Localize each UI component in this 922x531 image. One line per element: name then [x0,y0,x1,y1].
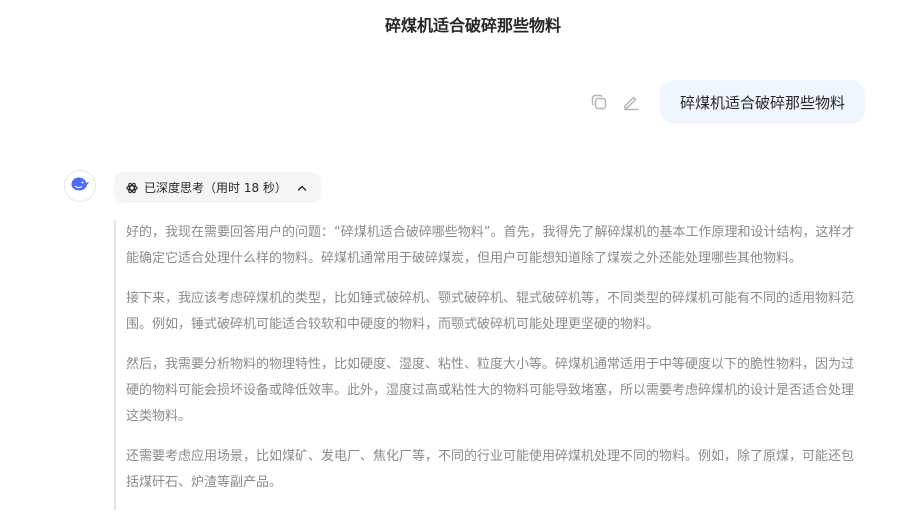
page-title: 碎煤机适合破碎那些物料 [384,16,561,35]
thinking-paragraph: 接下来，我应该考虑碎煤机的类型，比如锤式破碎机、颚式破碎机、辊式破碎机等，不同类… [126,291,855,332]
message-actions [578,91,642,113]
thinking-content: 好的，我现在需要回答用户的问题：“碎煤机适合破碎哪些物料”。首先，我得先了解碎煤… [114,220,859,510]
thinking-paragraph: 然后，我需要分析物料的物理特性，比如硬度、湿度、粘性、粒度大小等。碎煤机通常适用… [126,357,855,424]
thinking-paragraph: 好的，我现在需要回答用户的问题：“碎煤机适合破碎哪些物料”。首先，我得先了解碎煤… [126,225,855,266]
user-message-bubble: 碎煤机适合破碎那些物料 [659,80,865,124]
whale-icon [70,176,90,196]
thinking-paragraph: 还需要考虑应用场景，比如煤矿、发电厂、焦化厂等，不同的行业可能使用碎煤机处理不同… [126,449,855,490]
deep-think-toggle[interactable]: 已深度思考（用时 18 秒） [114,172,321,203]
edit-icon[interactable] [620,91,642,113]
copy-icon[interactable] [588,91,610,113]
atom-icon [126,182,138,194]
user-message-row: 碎煤机适合破碎那些物料 [578,80,865,124]
assistant-avatar [64,170,96,202]
chevron-up-icon [297,184,307,192]
deep-think-label: 已深度思考（用时 18 秒） [144,181,287,195]
